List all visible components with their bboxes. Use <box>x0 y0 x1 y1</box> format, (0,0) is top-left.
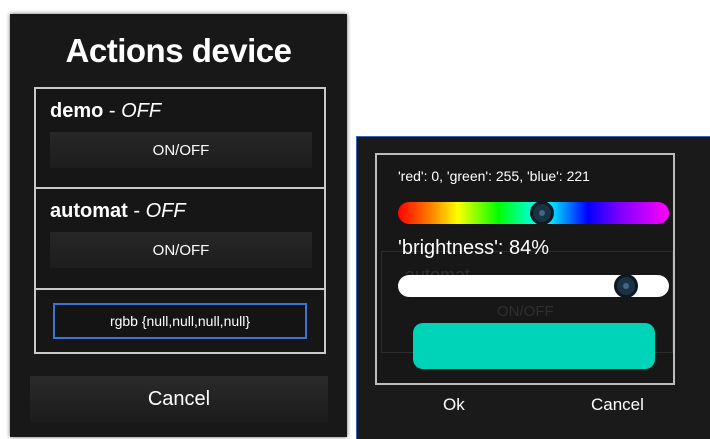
brightness-slider[interactable] <box>398 274 669 298</box>
cancel-button[interactable]: Cancel <box>591 395 644 415</box>
rgbb-panel: rgbb {null,null,null,null} <box>34 288 326 354</box>
device-panel-demo: demo - OFF ON/OFF <box>34 87 326 190</box>
device-state: OFF <box>121 100 162 122</box>
device-separator: - <box>127 200 146 222</box>
device-separator: - <box>103 100 122 122</box>
background-onoff-ghost: ON/OFF <box>497 303 554 320</box>
device-label: automat - OFF <box>50 200 186 223</box>
brightness-readout: 'brightness': 84% <box>398 237 550 259</box>
onoff-button-automat[interactable]: ON/OFF <box>50 232 312 268</box>
color-preview-swatch <box>413 323 655 369</box>
dialog-title: Actions device <box>65 32 292 69</box>
cancel-button[interactable]: Cancel <box>30 376 328 422</box>
device-state: OFF <box>145 200 186 222</box>
color-picker-panel: automat ON/OFF 'red': 0, 'green': 255, '… <box>375 153 675 385</box>
hue-slider[interactable] <box>398 201 669 225</box>
actions-device-dialog: Actions device demo - OFF ON/OFF automat… <box>10 14 347 437</box>
rgbb-button[interactable]: rgbb {null,null,null,null} <box>53 303 307 339</box>
device-label: demo - OFF <box>50 100 161 123</box>
device-name: automat <box>50 200 128 222</box>
ok-button[interactable]: Ok <box>443 395 465 415</box>
brightness-slider-thumb[interactable] <box>613 274 638 298</box>
rgb-readout: 'red': 0, 'green': 255, 'blue': 221 <box>398 168 590 184</box>
onoff-button-demo[interactable]: ON/OFF <box>50 132 312 168</box>
color-picker-dialog: automat ON/OFF 'red': 0, 'green': 255, '… <box>356 136 710 439</box>
device-panel-automat: automat - OFF ON/OFF <box>34 187 326 290</box>
device-name: demo <box>50 100 104 122</box>
hue-slider-thumb[interactable] <box>529 201 554 225</box>
